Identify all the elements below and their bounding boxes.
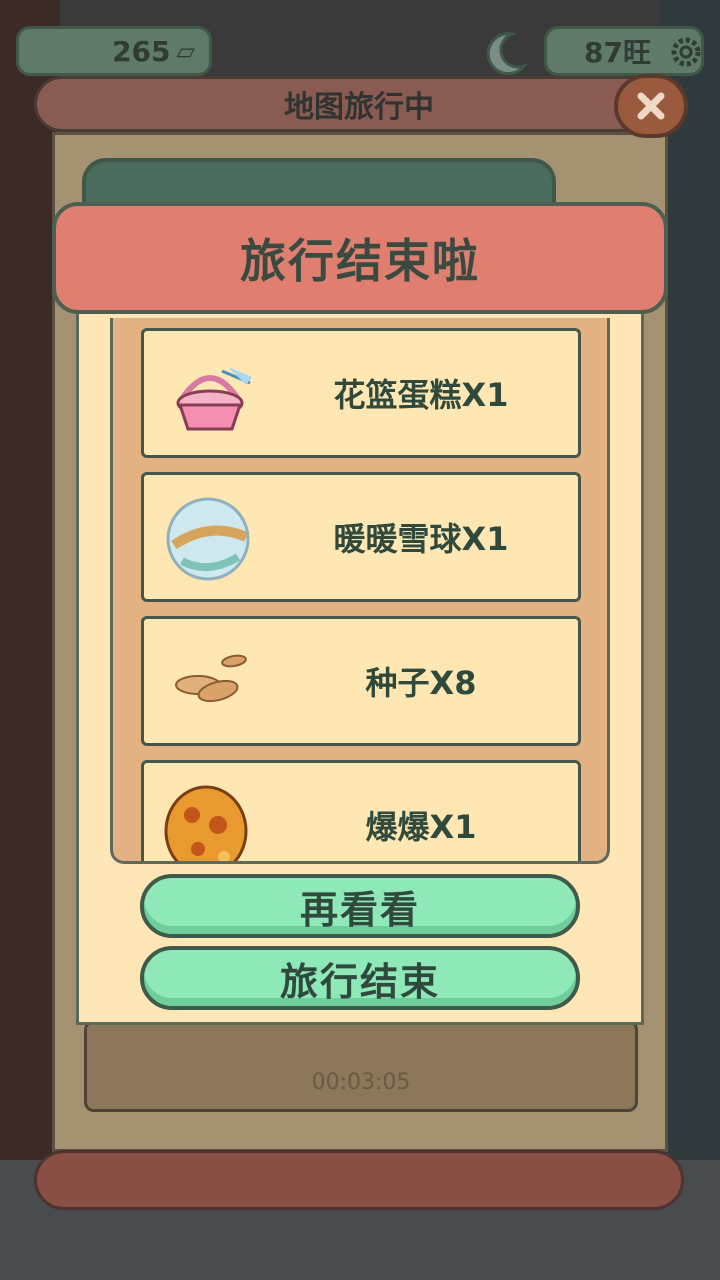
energy-count: 87旺 — [584, 36, 651, 69]
popup-title: 旅行结束啦 — [240, 234, 480, 288]
moon-icon — [486, 32, 529, 76]
gear-icon[interactable] — [668, 34, 704, 70]
reward-label: 爆爆X1 — [365, 808, 477, 846]
travel-timer: 00:03:05 — [311, 1070, 411, 1095]
reward-item: 暖暖雪球X1 — [141, 472, 581, 602]
background-right-wall — [660, 0, 720, 1280]
see-again-button[interactable]: 再看看 — [140, 874, 580, 938]
reward-list[interactable]: 花篮蛋糕X1 暖暖雪球X1 种子X8 爆爆X1 — [110, 318, 610, 864]
board-title-bar: 地图旅行中 — [34, 76, 684, 132]
reward-label: 种子X8 — [365, 664, 477, 702]
board-bottom-bar — [34, 1150, 684, 1210]
reward-item: 花篮蛋糕X1 — [141, 328, 581, 458]
close-button[interactable] — [614, 74, 688, 138]
seeds-icon — [175, 654, 247, 703]
flower-basket-cake-icon — [176, 367, 252, 431]
end-travel-button[interactable]: 旅行结束 — [140, 946, 580, 1010]
snow-globe-icon — [166, 497, 250, 581]
ingot-icon: ▱ — [176, 37, 195, 65]
reward-item: 种子X8 — [141, 616, 581, 746]
see-again-label: 再看看 — [299, 887, 420, 932]
travel-timer-box: 00:03:05 — [84, 1020, 638, 1112]
reward-item: 爆爆X1 — [141, 760, 581, 861]
reward-label: 暖暖雪球X1 — [333, 520, 509, 558]
board-title: 地图旅行中 — [284, 90, 434, 125]
background-left-wall — [0, 0, 60, 1280]
close-icon — [637, 92, 665, 120]
coin-count: 265 — [112, 34, 171, 68]
end-travel-label: 旅行结束 — [279, 959, 440, 1004]
orange-egg-icon — [164, 785, 248, 861]
coin-counter: 265 ▱ — [16, 26, 212, 76]
popup-title-bar: 旅行结束啦 — [52, 202, 668, 314]
reward-label: 花篮蛋糕X1 — [333, 376, 509, 414]
